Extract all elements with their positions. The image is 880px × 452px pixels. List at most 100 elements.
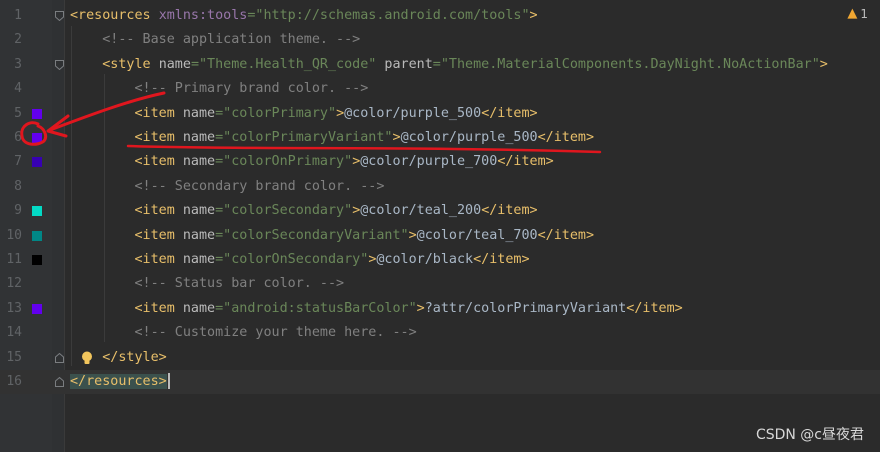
color-swatch-icon[interactable] (32, 108, 42, 119)
color-swatch-icon[interactable] (32, 157, 42, 168)
code-line[interactable]: 16 </resources> (0, 370, 880, 394)
code-text[interactable]: </resources> (70, 370, 170, 394)
code-token: ="colorPrimaryVariant" (215, 130, 393, 145)
code-line[interactable]: 6 <item name="colorPrimaryVariant">@colo… (0, 126, 880, 150)
line-number: 1 (14, 8, 22, 23)
code-token: name (158, 56, 191, 72)
code-text[interactable]: <item name="colorPrimary">@color/purple_… (70, 102, 538, 126)
code-text[interactable]: <!-- Secondary brand color. --> (70, 175, 385, 199)
code-text[interactable]: <!-- Base application theme. --> (70, 28, 360, 52)
color-swatch-icon[interactable] (32, 255, 42, 265)
code-text[interactable]: <item name="android:statusBarColor">?att… (70, 297, 683, 321)
code-token: > (819, 56, 828, 72)
code-text[interactable]: <item name="colorOnSecondary">@color/bla… (70, 248, 530, 272)
code-token: name (182, 300, 216, 316)
code-token: </item> (481, 105, 538, 121)
fold-marker-icon[interactable] (55, 377, 64, 387)
color-swatch-icon[interactable] (32, 133, 42, 143)
line-number: 8 (14, 178, 22, 194)
code-token: > (529, 8, 538, 23)
code-text[interactable]: <item name="colorPrimaryVariant">@color/… (70, 126, 595, 150)
code-text[interactable]: <!-- Status bar color. --> (70, 272, 345, 296)
line-number: 16 (6, 374, 22, 389)
code-token: parent (384, 56, 433, 72)
code-text[interactable]: <item name="colorSecondaryVariant">@colo… (70, 224, 595, 248)
code-line[interactable]: 10 <item name="colorSecondaryVariant">@c… (0, 224, 880, 248)
line-number: 15 (6, 349, 22, 365)
fold-marker-icon[interactable] (55, 59, 64, 70)
code-token: <resources (70, 8, 151, 23)
inspection-widget[interactable]: ▲ 1 (847, 6, 868, 21)
code-line[interactable]: 13 <item name="android:statusBarColor">?… (0, 297, 880, 321)
code-token: > (336, 105, 345, 121)
code-token: <!-- Secondary brand color. --> (134, 178, 385, 194)
code-token: <!-- Primary brand color. --> (134, 81, 369, 97)
code-token: > (408, 227, 417, 243)
line-number: 5 (14, 105, 22, 121)
line-number: 13 (6, 300, 22, 316)
code-line[interactable]: 8 <!-- Secondary brand color. --> (0, 175, 880, 199)
code-line[interactable]: 7 <item name="colorOnPrimary">@color/pur… (0, 150, 880, 174)
code-token: ="colorOnSecondary" (215, 252, 369, 267)
code-text[interactable]: <!-- Primary brand color. --> (70, 77, 369, 101)
color-swatch-icon[interactable] (32, 230, 42, 241)
lightbulb-icon[interactable] (81, 351, 93, 365)
code-text[interactable]: <!-- Customize your theme here. --> (70, 321, 417, 345)
code-token: ="colorOnPrimary" (215, 154, 353, 170)
code-text[interactable]: <style name="Theme.Health_QR_code" paren… (70, 53, 828, 77)
code-token: > (392, 130, 401, 145)
line-number: 6 (14, 130, 22, 145)
code-line[interactable]: 1 <resources xmlns:tools="http://schemas.… (0, 4, 880, 28)
line-number: 4 (14, 81, 22, 97)
code-line[interactable]: 2 <!-- Base application theme. --> (0, 28, 880, 52)
line-number: 12 (6, 276, 22, 292)
code-line[interactable]: 5 <item name="colorPrimary">@color/purpl… (0, 102, 880, 126)
code-token: ="colorSecondary" (215, 203, 353, 219)
code-token: @color/purple_500 (344, 105, 482, 121)
code-line[interactable]: 4 <!-- Primary brand color. --> (0, 77, 880, 101)
code-token: <item (134, 300, 183, 316)
code-token: ?attr/colorPrimaryVariant (424, 300, 627, 316)
line-number: 10 (6, 227, 22, 243)
code-token: </item> (473, 252, 530, 267)
code-token: </style> (102, 349, 167, 365)
code-token: </resources> (70, 374, 167, 389)
code-text[interactable]: <item name="colorOnPrimary">@color/purpl… (70, 150, 554, 174)
code-line[interactable]: 14 <!-- Customize your theme here. --> (0, 321, 880, 345)
code-token: <item (134, 252, 183, 267)
code-token: @color/teal_200 (360, 203, 482, 219)
code-line[interactable]: 9 <item name="colorSecondary">@color/tea… (0, 199, 880, 223)
code-text[interactable]: <item name="colorSecondary">@color/teal_… (70, 199, 538, 223)
code-token: </item> (537, 130, 595, 145)
code-token: @color/purple_700 (360, 154, 498, 170)
color-swatch-icon[interactable] (32, 206, 42, 217)
fold-marker-icon[interactable] (55, 352, 64, 363)
line-number: 7 (14, 154, 22, 170)
code-token: @color/teal_700 (416, 227, 538, 243)
code-token: </item> (497, 154, 554, 170)
code-token: ="colorSecondaryVariant" (215, 227, 409, 243)
code-token: <item (134, 154, 183, 170)
code-line[interactable]: 15 </style> (0, 346, 880, 370)
code-token: <!-- Customize your theme here. --> (134, 325, 417, 341)
fold-marker-icon[interactable] (55, 11, 64, 21)
code-line[interactable]: 11 <item name="colorOnSecondary">@color/… (0, 248, 880, 272)
code-line[interactable]: 3 <style name="Theme.Health_QR_code" par… (0, 53, 880, 77)
code-line[interactable]: 12 <!-- Status bar color. --> (0, 272, 880, 296)
code-token: <item (134, 130, 183, 145)
line-number: 9 (14, 203, 22, 219)
code-token: ="android:statusBarColor" (215, 300, 417, 316)
code-token: name (182, 105, 216, 121)
color-swatch-icon[interactable] (32, 303, 42, 314)
code-token: @color/black (376, 252, 474, 267)
code-text[interactable]: <resources xmlns:tools="http://schemas.a… (70, 4, 538, 28)
code-token: name (182, 227, 216, 243)
